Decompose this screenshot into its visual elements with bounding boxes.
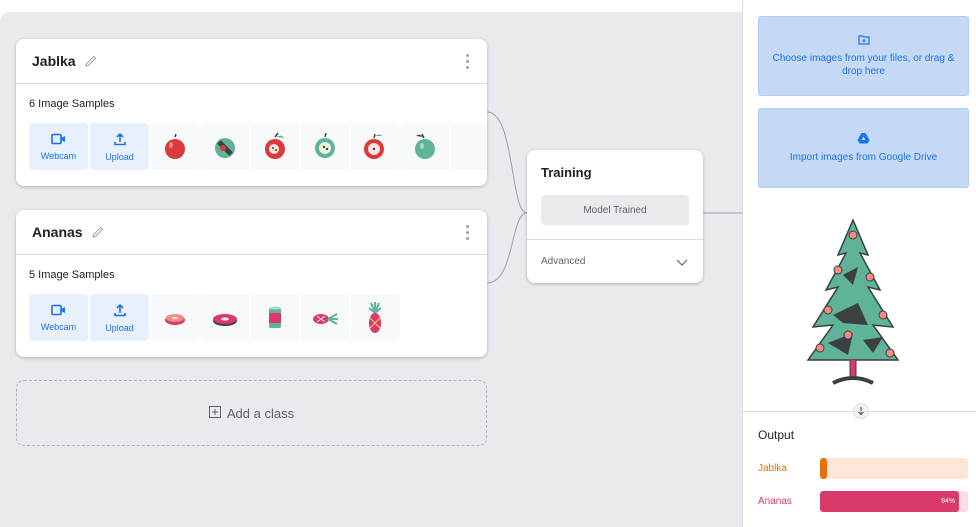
output-row-jablka: Jablka [758,458,968,479]
google-drive-icon [857,132,870,148]
class-name[interactable]: Ananas [32,224,83,240]
upload-button[interactable]: Upload [90,294,149,341]
upload-label: Upload [105,151,134,162]
class-name[interactable]: Jablka [32,53,76,69]
upload-button[interactable]: Upload [90,123,149,170]
apple-red-icon[interactable] [151,123,199,170]
class-header: Jablka [16,39,487,84]
upload-icon [113,132,127,148]
confidence-bar [820,458,968,479]
confidence-fill [820,458,828,479]
add-class-button[interactable]: Add a class [16,380,487,446]
upload-icon [113,303,127,319]
more-options-icon[interactable] [466,54,469,69]
folder-add-icon [857,34,870,49]
choose-files-label: Choose images from your files, or drag &… [772,53,955,77]
christmas-tree-icon [798,215,908,395]
output-row-ananas: Ananas 94% [758,491,968,512]
google-drive-import-button[interactable]: Import images from Google Drive [758,108,969,188]
class-card-jablka: Jablka 6 Image Samples Webcam Upload [16,39,487,186]
samples-count: 6 Image Samples [29,98,115,110]
add-box-icon [208,405,221,421]
output-section: Output Jablka Ananas 94% [743,411,976,527]
chevron-down-icon[interactable] [675,254,689,272]
google-drive-label: Import images from Google Drive [789,152,938,163]
advanced-toggle[interactable]: Advanced [541,256,585,267]
output-label: Ananas [758,496,792,507]
apple-green-half-icon[interactable] [301,123,349,170]
choose-files-dropzone[interactable]: Choose images from your files, or drag &… [758,16,969,96]
webcam-label: Webcam [40,150,77,161]
confidence-fill: 94% [820,491,960,512]
confidence-bar: 94% [820,491,968,512]
pineapple-slice-icon[interactable] [151,294,199,341]
model-trained-button[interactable]: Model Trained [541,195,689,225]
webcam-icon [50,304,67,318]
pencil-icon[interactable] [91,225,105,239]
apple-red-half-icon[interactable] [251,123,299,170]
training-title: Training [541,165,592,180]
output-title: Output [758,428,795,442]
webcam-icon [50,133,67,147]
apple-green-icon[interactable] [401,123,449,170]
sample-placeholder [451,123,487,170]
sample-row: Webcam Upload [29,294,399,341]
pineapple-can-icon[interactable] [251,294,299,341]
apple-green-slice-icon[interactable] [201,123,249,170]
pencil-icon[interactable] [84,54,98,68]
apple-bitten-icon[interactable] [351,123,399,170]
webcam-button[interactable]: Webcam [29,294,88,341]
pineapple-lying-icon[interactable] [301,294,349,341]
sample-row: Webcam Upload [29,123,487,170]
pineapple-ring-icon[interactable] [201,294,249,341]
webcam-button[interactable]: Webcam [29,123,88,170]
samples-count: 5 Image Samples [29,269,115,281]
class-card-ananas: Ananas 5 Image Samples Webcam Upload [16,210,487,357]
pineapple-whole-icon[interactable] [351,294,399,341]
output-label: Jablka [758,463,787,474]
more-options-icon[interactable] [466,225,469,240]
training-card: Training Model Trained Advanced [527,150,703,283]
upload-label: Upload [105,322,134,333]
add-class-label: Add a class [226,405,295,421]
preview-panel: Choose images from your files, or drag &… [742,0,976,527]
class-header: Ananas [16,210,487,255]
divider [527,239,703,240]
webcam-label: Webcam [40,321,77,332]
